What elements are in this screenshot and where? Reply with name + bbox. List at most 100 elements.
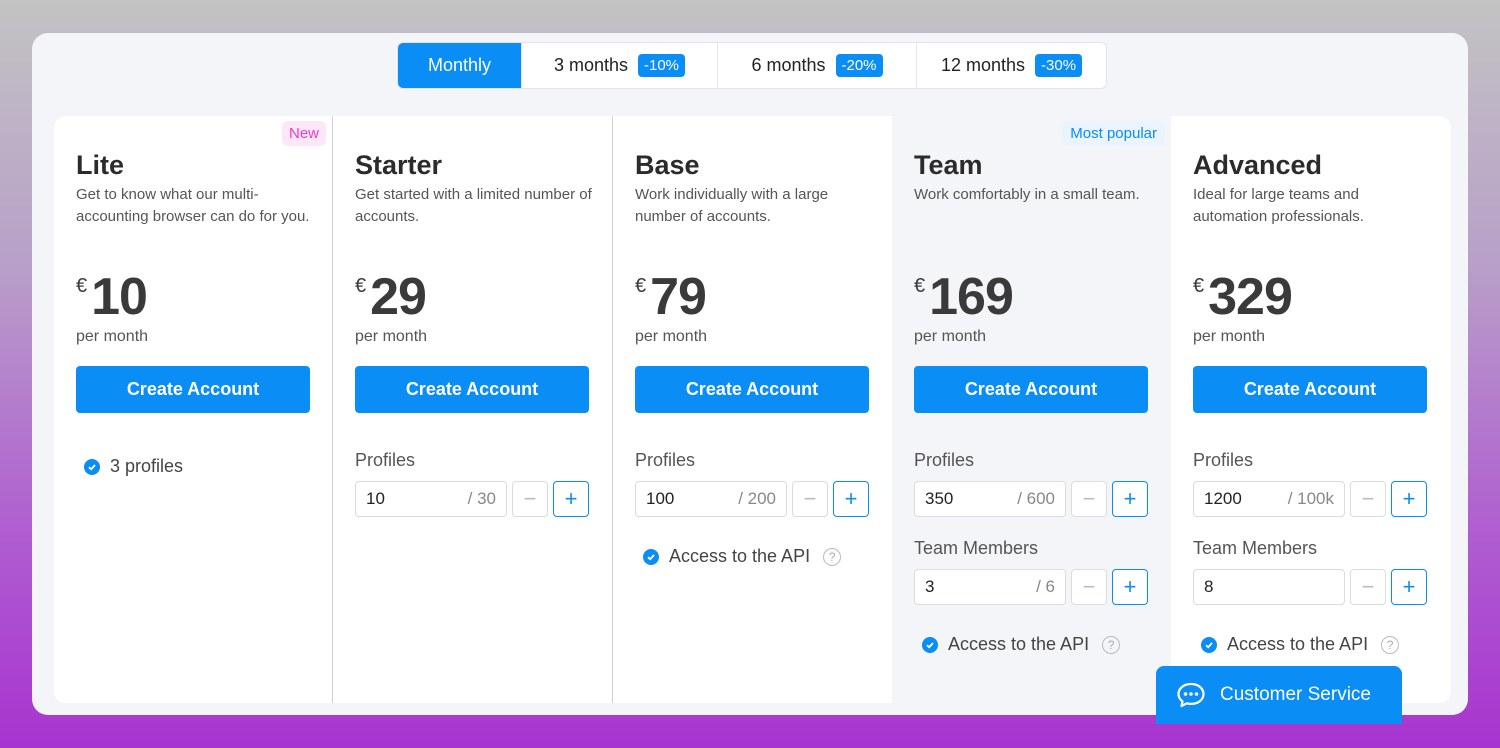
create-account-button[interactable]: Create Account [914,366,1148,413]
team-members-max: / 6 [1036,577,1055,596]
profiles-input[interactable]: 350 / 600 [914,481,1066,517]
discount-badge: -30% [1035,54,1083,77]
plan-lite: New Lite Get to know what our multi-acco… [54,116,333,703]
tab-label: Monthly [427,55,492,75]
decrement-button[interactable]: − [792,481,828,517]
create-account-button[interactable]: Create Account [355,366,589,413]
tab-label: 3 months [553,55,628,75]
discount-badge: -10% [638,54,686,77]
price-period: per month [914,328,987,345]
billing-period-selector: Monthly 3 months -10% 6 months -20% 12 m… [397,42,1107,89]
create-account-button[interactable]: Create Account [76,366,310,413]
currency-symbol: € [914,275,926,297]
plan-price: € 169 [914,268,1014,326]
plan-price: € 10 [76,268,148,326]
price-period: per month [76,328,149,345]
feature-item: Access to the API ? [1201,634,1400,655]
currency-symbol: € [1193,275,1205,297]
plan-description: Work comfortably in a small team. [914,186,1140,203]
profiles-stepper: 350 / 600 − + [914,481,1148,517]
plan-advanced: Advanced Ideal for large teams and autom… [1171,116,1451,703]
customer-service-button[interactable]: Customer Service [1156,666,1402,724]
feature-item: Access to the API ? [643,546,842,567]
profiles-value: 100 [646,489,675,508]
plan-name: Advanced [1193,150,1323,180]
tab-monthly[interactable]: Monthly [398,43,522,88]
team-members-label: Team Members [1193,538,1318,558]
currency-symbol: € [635,275,647,297]
pricing-panel: Monthly 3 months -10% 6 months -20% 12 m… [32,33,1468,715]
price-amount: 79 [650,268,707,326]
plan-team: Most popular Team Work comfortably in a … [892,116,1171,703]
price-amount: 169 [929,268,1014,326]
price-amount: 329 [1208,268,1293,326]
decrement-button[interactable]: − [1071,569,1107,605]
increment-button[interactable]: + [1391,569,1427,605]
price-amount: 29 [370,268,427,326]
plan-name: Base [635,150,700,180]
customer-service-label: Customer Service [1220,684,1371,705]
profiles-input[interactable]: 10 / 30 [355,481,507,517]
plan-base: Base Work individually with a large numb… [613,116,892,703]
profiles-label: Profiles [635,450,696,470]
increment-button[interactable]: + [1391,481,1427,517]
price-period: per month [635,328,708,345]
profiles-value: 350 [925,489,954,508]
create-account-button[interactable]: Create Account [1193,366,1427,413]
check-icon [1201,636,1217,653]
profiles-label: Profiles [1193,450,1254,470]
plan-price: € 79 [635,268,707,326]
team-members-stepper: 8 − + [1193,569,1427,605]
profiles-input[interactable]: 1200 / 100k [1193,481,1345,517]
profiles-input[interactable]: 100 / 200 [635,481,787,517]
profiles-stepper: 1200 / 100k − + [1193,481,1427,517]
increment-button[interactable]: + [553,481,589,517]
help-icon[interactable]: ? [1102,635,1121,654]
feature-label: Access to the API [669,546,811,566]
profiles-max: / 30 [467,489,496,508]
team-members-value: 8 [1204,577,1214,596]
plan-name: Starter [355,150,443,180]
team-members-input[interactable]: 3 / 6 [914,569,1066,605]
plan-name: Team [914,150,983,180]
plan-description: Get started with a limited number of acc… [355,186,592,225]
currency-symbol: € [355,275,367,297]
tab-3-months[interactable]: 3 months -10% [522,43,718,88]
tab-6-months[interactable]: 6 months -20% [718,43,917,88]
profiles-stepper: 10 / 30 − + [355,481,589,517]
profiles-max: / 600 [1017,489,1055,508]
price-period: per month [1193,328,1266,345]
plan-description: Work individually with a large number of… [635,186,829,225]
team-members-value: 3 [925,577,935,596]
decrement-button[interactable]: − [1350,569,1386,605]
check-icon [922,636,938,653]
feature-item: Access to the API ? [922,634,1121,655]
tab-12-months[interactable]: 12 months -30% [917,43,1106,88]
price-amount: 10 [91,268,148,326]
help-icon[interactable]: ? [823,547,842,566]
plan-price: € 29 [355,268,427,326]
plan-description: Ideal for large teams and automation pro… [1193,186,1364,225]
plans-grid: New Lite Get to know what our multi-acco… [54,116,1451,703]
feature-label: Access to the API [1227,634,1369,654]
decrement-button[interactable]: − [1350,481,1386,517]
plan-description: Get to know what our multi-accounting br… [76,186,310,225]
increment-button[interactable]: + [1112,481,1148,517]
check-icon [643,548,659,565]
increment-button[interactable]: + [1112,569,1148,605]
tab-label: 12 months [940,55,1026,75]
plan-price: € 329 [1193,268,1293,326]
profiles-max: / 100k [1287,489,1334,508]
create-account-button[interactable]: Create Account [635,366,869,413]
feature-label: Access to the API [948,634,1090,654]
discount-badge: -20% [835,54,883,77]
chat-bubble-icon [1176,681,1206,709]
decrement-button[interactable]: − [1071,481,1107,517]
team-members-input[interactable]: 8 [1193,569,1345,605]
profiles-stepper: 100 / 200 − + [635,481,869,517]
decrement-button[interactable]: − [512,481,548,517]
feature-item: 3 profiles [84,456,183,477]
currency-symbol: € [76,275,88,297]
increment-button[interactable]: + [833,481,869,517]
help-icon[interactable]: ? [1381,635,1400,654]
